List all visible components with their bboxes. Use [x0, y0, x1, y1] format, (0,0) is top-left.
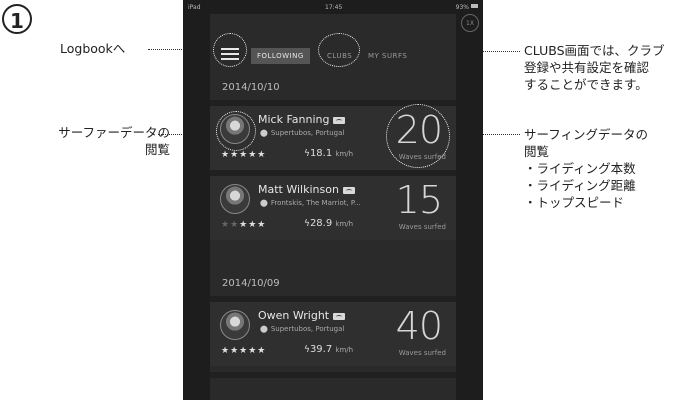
- waves-count: 15: [395, 178, 443, 222]
- annotation-wave-line-5: ・トップスピード: [524, 195, 625, 210]
- surfer-name: Matt Wilkinson: [258, 183, 355, 196]
- annotation-wave-line-4: ・ライディング距離: [524, 178, 636, 193]
- location-text: Frontskis, The Marriot, P...: [270, 199, 361, 207]
- avatar[interactable]: [220, 114, 250, 144]
- surfboard-badge-icon: [333, 312, 346, 320]
- location-pin-icon: ⬤: [260, 199, 268, 207]
- step-number-badge: 1: [2, 4, 32, 34]
- surf-card[interactable]: Matt Wilkinson ⬤ Frontskis, The Marriot, …: [210, 176, 456, 240]
- date-header: 2014/10/09: [222, 278, 280, 289]
- surfer-name: Mick Fanning: [258, 113, 346, 126]
- annotation-clubs-line-3: することができます。: [524, 77, 648, 92]
- star-rating: ★★★★★: [221, 220, 267, 230]
- location-text: Supertubos, Portugal: [270, 129, 345, 137]
- annotation-wave-line-2: 閲覧: [524, 144, 550, 159]
- star-rating: ★★★★★: [221, 346, 267, 356]
- location-pin-icon: ⬤: [260, 129, 268, 137]
- surfer-name-text: Mick Fanning: [258, 113, 330, 126]
- annotation-wave-line-3: ・ライディング本数: [524, 161, 636, 176]
- zoom-1x-button[interactable]: 1X: [461, 14, 479, 32]
- location: ⬤ Frontskis, The Marriot, P...: [260, 199, 361, 207]
- speed-unit: km/h: [335, 150, 354, 158]
- tab-my-surfs[interactable]: MY SURFS: [362, 48, 413, 64]
- waves-count: 20: [395, 108, 443, 152]
- tab-following[interactable]: FOLLOWING: [251, 48, 310, 64]
- star-rating: ★★★★★: [221, 150, 267, 160]
- clock: 17:45: [325, 4, 343, 11]
- top-speed: ϟ28.9 km/h: [304, 218, 353, 229]
- battery-percent: 93%: [455, 4, 469, 11]
- waves-label: Waves surfed: [398, 153, 446, 161]
- location-pin-icon: ⬤: [260, 325, 268, 333]
- hamburger-icon[interactable]: [219, 45, 241, 65]
- date-header: 2014/10/10: [222, 82, 280, 93]
- speed-unit: km/h: [335, 346, 354, 354]
- annotation-surfer-line-1: サーファーデータの: [58, 125, 170, 140]
- battery-icon: [471, 4, 478, 8]
- annotation-wave-line-1: サーフィングデータの: [524, 127, 649, 142]
- location-text: Supertubos, Portugal: [270, 325, 345, 333]
- speed-unit: km/h: [335, 220, 354, 228]
- tab-clubs[interactable]: CLUBS: [321, 48, 358, 64]
- status-bar: iPad 17:45 93%: [183, 0, 483, 14]
- waves-label: Waves surfed: [398, 349, 446, 357]
- surf-card[interactable]: Mick Fanning ⬤ Supertubos, Portugal ★★★★★…: [210, 106, 456, 170]
- avatar[interactable]: [220, 184, 250, 214]
- annotation-clubs-line-2: 登録や共有設定を確認: [524, 60, 650, 75]
- divider: [210, 372, 456, 378]
- surfer-name: Owen Wright: [258, 309, 346, 322]
- surfboard-badge-icon: [333, 116, 346, 124]
- annotation-clubs-line-1: CLUBS画面では、クラブ: [524, 43, 665, 58]
- surfer-name-text: Owen Wright: [258, 309, 330, 322]
- location: ⬤ Supertubos, Portugal: [260, 325, 344, 333]
- top-speed: ϟ18.1 km/h: [304, 148, 353, 159]
- annotation-surfing-data: サーフィングデータの 閲覧 ・ライディング本数 ・ライディング距離 ・トップスピ…: [524, 126, 648, 211]
- surf-card[interactable]: Owen Wright ⬤ Supertubos, Portugal ★★★★★ …: [210, 302, 456, 366]
- app-view: FOLLOWING CLUBS MY SURFS 2014/10/10 Mick…: [210, 14, 456, 400]
- surfboard-badge-icon: [342, 186, 355, 194]
- annotation-surfer-line-2: 閲覧: [144, 142, 170, 157]
- location: ⬤ Supertubos, Portugal: [260, 129, 344, 137]
- annotation-surfer-data: サーファーデータの 閲覧: [2, 124, 170, 158]
- surfer-name-text: Matt Wilkinson: [258, 183, 339, 196]
- annotation-logbook: Logbookへ: [60, 41, 126, 56]
- top-speed: ϟ39.7 km/h: [304, 344, 353, 355]
- speed-value: 18.1: [309, 148, 333, 159]
- speed-value: 39.7: [309, 344, 333, 355]
- annotation-clubs: CLUBS画面では、クラブ 登録や共有設定を確認 することができます。: [524, 42, 665, 93]
- ipad-screen: iPad 17:45 93% 1X FOLLOWING CLUBS MY SUR…: [183, 0, 483, 400]
- speed-value: 28.9: [309, 218, 333, 229]
- carrier-label: iPad: [188, 4, 201, 11]
- waves-label: Waves surfed: [398, 223, 446, 231]
- avatar[interactable]: [220, 310, 250, 340]
- waves-count: 40: [395, 304, 443, 348]
- top-nav: FOLLOWING CLUBS MY SURFS: [210, 38, 456, 72]
